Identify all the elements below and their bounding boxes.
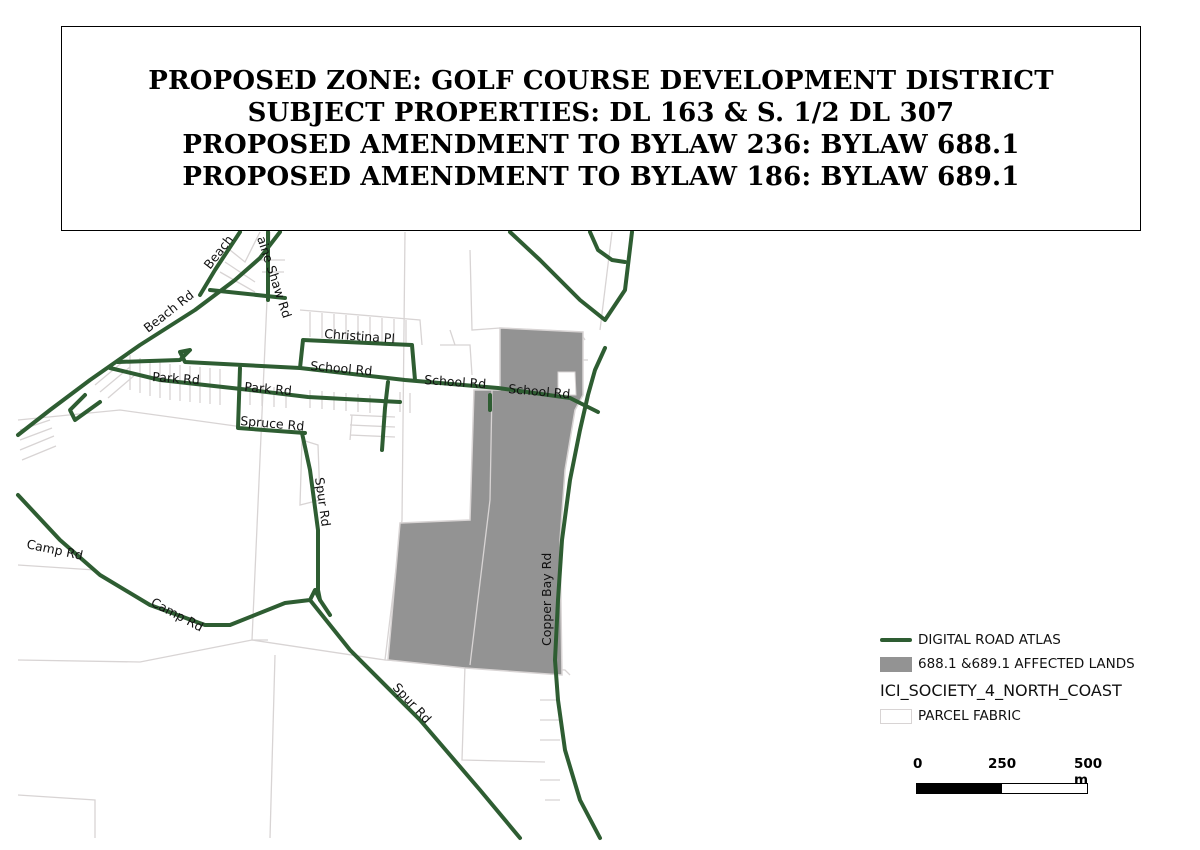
legend-group-title: ICI_SOCIETY_4_NORTH_COAST <box>880 680 1122 700</box>
scale-bar-graphic <box>916 783 1088 794</box>
legend-label-parcel-fabric: PARCEL FABRIC <box>918 708 1021 724</box>
scale-bar: 0 250 500 m <box>913 756 1102 796</box>
legend-item-parcel-fabric: PARCEL FABRIC <box>880 704 1180 728</box>
title-line-bylaw-236: PROPOSED AMENDMENT TO BYLAW 236: BYLAW 6… <box>182 129 1020 160</box>
title-line-bylaw-186: PROPOSED AMENDMENT TO BYLAW 186: BYLAW 6… <box>182 161 1020 192</box>
road-label-park-rd-1: Park Rd <box>152 369 201 387</box>
road-label-copper-bay-rd: Copper Bay Rd <box>539 553 554 646</box>
road-label-park-rd-2: Park Rd <box>244 379 293 398</box>
affected-fill-swatch <box>880 656 912 672</box>
scale-bar-black-segment <box>917 784 1002 793</box>
scale-label-0: 0 <box>913 756 923 772</box>
title-line-properties: SUBJECT PROPERTIES: DL 163 & S. 1/2 DL 3… <box>247 97 955 128</box>
scale-label-250: 250 <box>988 756 1017 772</box>
legend-item-affected-lands: 688.1 &689.1 AFFECTED LANDS <box>880 652 1180 676</box>
legend-label-affected-lands: 688.1 &689.1 AFFECTED LANDS <box>918 656 1135 672</box>
map-title-box: PROPOSED ZONE: GOLF COURSE DEVELOPMENT D… <box>61 26 1141 231</box>
road-label-camp-rd-2: Camp Rd <box>149 594 206 634</box>
map-legend: DIGITAL ROAD ATLAS 688.1 &689.1 AFFECTED… <box>880 628 1180 728</box>
road-label-school-rd-1: School Rd <box>310 358 373 378</box>
road-label-spur-rd-2: Spur Rd <box>390 680 435 726</box>
road-label-school-rd-2: School Rd <box>424 372 487 391</box>
road-label-shaw-rd: aine Shaw Rd <box>254 234 295 320</box>
title-line-zone: PROPOSED ZONE: GOLF COURSE DEVELOPMENT D… <box>148 65 1054 96</box>
road-label-camp-rd-1: Camp Rd <box>25 536 84 563</box>
legend-item-road-atlas: DIGITAL ROAD ATLAS <box>880 628 1180 652</box>
parcel-outline-swatch <box>880 708 912 724</box>
legend-label-road-atlas: DIGITAL ROAD ATLAS <box>918 632 1061 648</box>
road-line-swatch <box>880 638 912 642</box>
